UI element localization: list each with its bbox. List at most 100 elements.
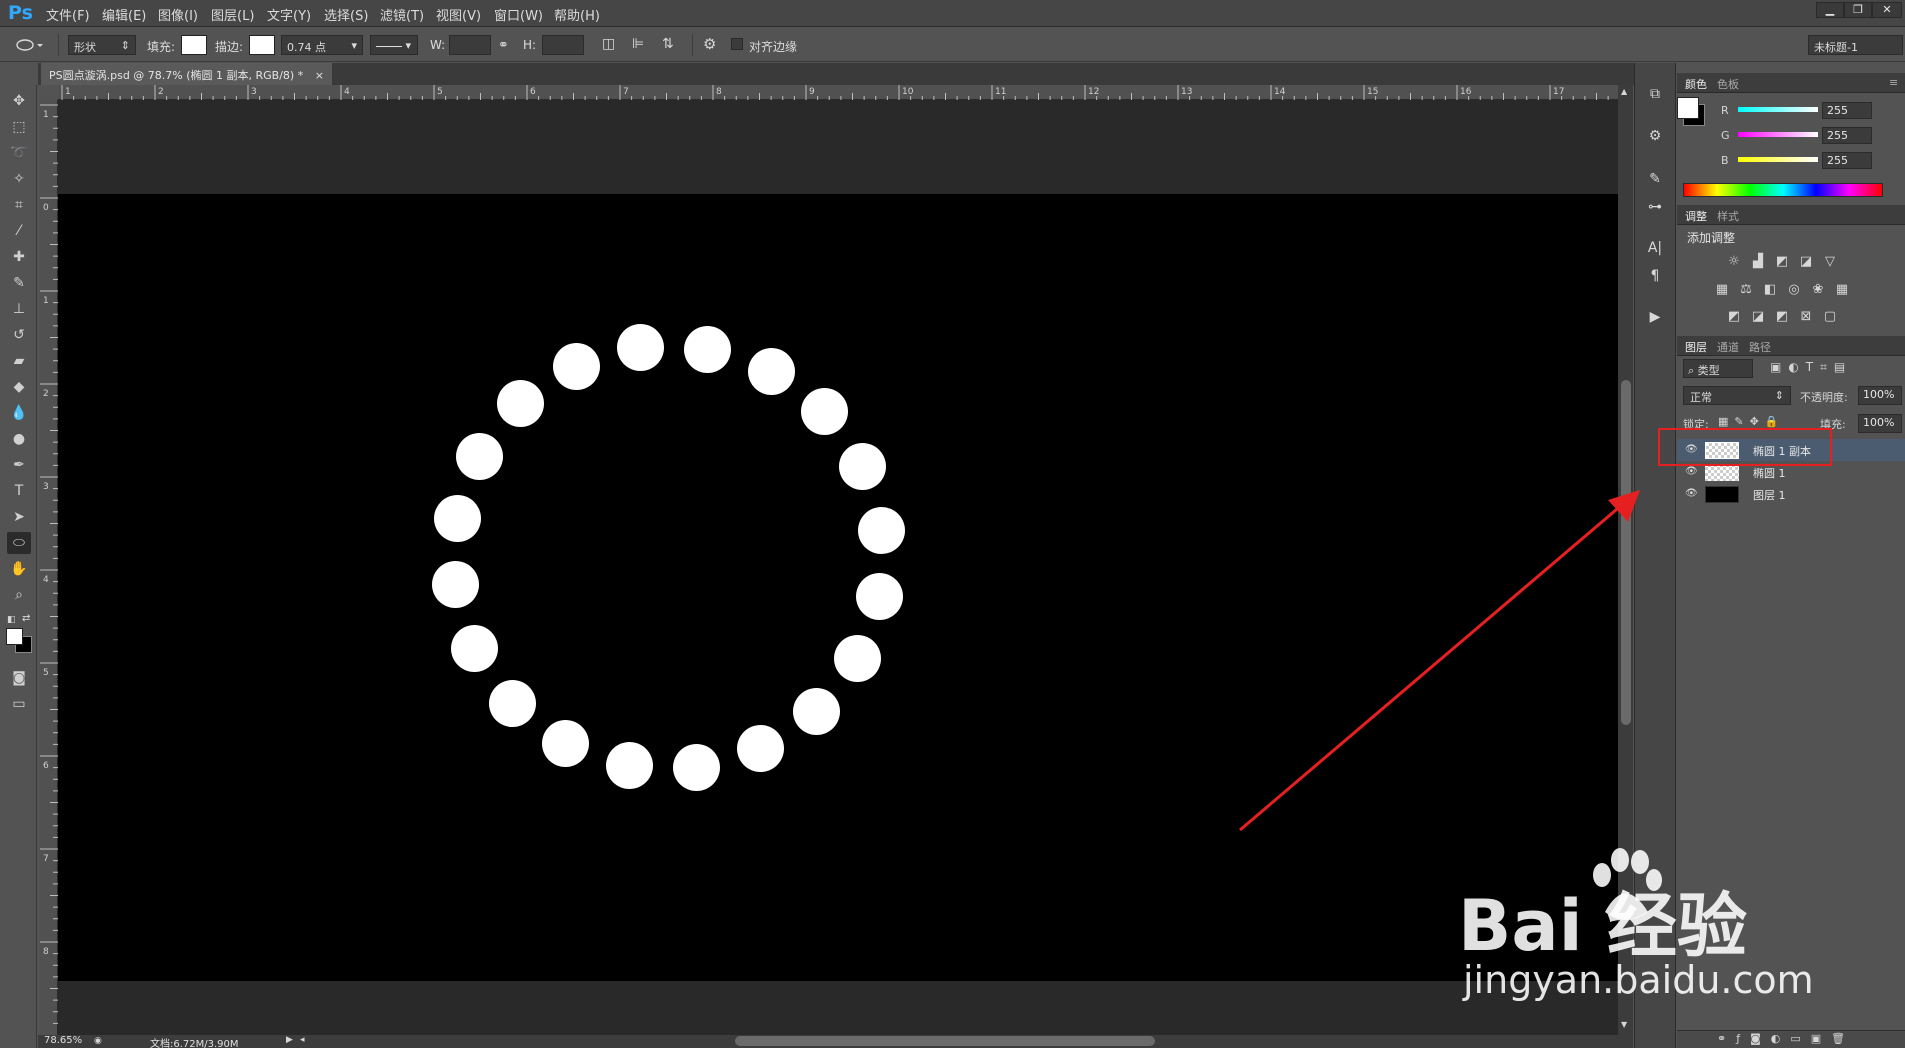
brush-panel-icon[interactable]: ✎ [1643,168,1667,190]
curves-icon[interactable]: ◩ [1773,254,1791,270]
quick-mask-icon[interactable]: ◙ [7,667,31,689]
document-tab[interactable]: PS圆点漩涡.psd @ 78.7% (椭圆 1 副本, RGB/8) * × [41,63,332,85]
fill-swatch[interactable] [181,35,207,55]
width-input[interactable] [449,35,491,55]
exposure-icon[interactable]: ◪ [1797,254,1815,270]
tab-channels[interactable]: 通道 [1717,339,1739,355]
history-brush-tool-icon[interactable]: ↺ [7,324,31,346]
tab-paths[interactable]: 路径 [1749,339,1771,355]
selective-color-icon[interactable]: ▢ [1821,309,1839,325]
crop-tool-icon[interactable]: ⌗ [7,194,31,216]
stroke-width-input[interactable]: 0.74 点 ▾ [281,35,363,55]
screen-mode-icon[interactable]: ▭ [7,693,31,715]
magic-wand-tool-icon[interactable]: ✧ [7,168,31,190]
link-icon[interactable]: ⚭ [498,38,509,53]
tab-swatches[interactable]: 色板 [1717,76,1739,92]
gear-icon[interactable]: ⚙ [703,35,716,53]
paragraph-panel-icon[interactable]: ¶ [1643,265,1667,287]
properties-panel-icon[interactable]: ⚙ [1643,125,1667,147]
green-slider[interactable] [1738,132,1818,137]
eye-icon[interactable]: 👁 [1685,466,1698,478]
status-menu-arrow-icon[interactable]: ▶ [286,1035,293,1045]
share-icon[interactable]: ◉ [94,1036,102,1046]
photo-filter-icon[interactable]: ◎ [1785,282,1803,298]
hue-saturation-icon[interactable]: ▦ [1713,282,1731,298]
tab-layers[interactable]: 图层 [1685,339,1707,355]
stroke-swatch[interactable] [249,35,275,55]
menu-edit[interactable]: 编辑(E) [102,5,146,24]
horizontal-scroll-thumb[interactable] [735,1036,1155,1046]
threshold-icon[interactable]: ◩ [1773,309,1791,325]
brush-tool-icon[interactable]: ✎ [7,272,31,294]
scroll-up-icon[interactable]: ▲ [1621,87,1627,96]
stroke-type-select[interactable]: ▾ [370,35,418,55]
stamp-tool-icon[interactable]: ⊥ [7,298,31,320]
menu-layer[interactable]: 图层(L) [211,5,254,24]
menu-view[interactable]: 视图(V) [436,5,481,24]
zoom-level[interactable]: 78.65% [44,1035,82,1046]
black-white-icon[interactable]: ◧ [1761,282,1779,298]
fill-input[interactable]: 100% [1858,414,1902,433]
path-selection-tool-icon[interactable]: ➤ [7,506,31,528]
menu-file[interactable]: 文件(F) [46,5,90,24]
lasso-tool-icon[interactable]: ➰ [7,142,31,164]
path-operations-icon[interactable]: ◫ [602,36,615,52]
workspace-select[interactable]: 未标题-1 [1808,35,1903,55]
close-window-button[interactable]: ✕ [1872,2,1902,18]
path-arrangement-icon[interactable]: ⇅ [662,36,674,52]
brightness-icon[interactable]: ☼ [1725,254,1743,270]
panel-menu-icon[interactable]: ≡ [1889,76,1898,89]
move-tool-icon[interactable]: ✥ [7,90,31,112]
scroll-left-icon[interactable]: ◂ [300,1035,305,1045]
red-value-input[interactable]: 255 [1822,102,1872,119]
swap-colors-icon[interactable]: ⇄ [22,613,30,624]
channel-mixer-icon[interactable]: ❀ [1809,282,1827,298]
red-slider[interactable] [1738,107,1818,112]
gradient-map-icon[interactable]: ⊠ [1797,309,1815,325]
tab-styles[interactable]: 样式 [1717,208,1739,224]
menu-image[interactable]: 图像(I) [158,5,198,24]
posterize-icon[interactable]: ◪ [1749,309,1767,325]
pen-tool-icon[interactable]: ✒ [7,454,31,476]
hand-tool-icon[interactable]: ✋ [7,558,31,580]
tool-mode-select[interactable]: 形状 ⇕ [68,35,136,55]
color-spectrum-bar[interactable] [1683,183,1883,197]
invert-icon[interactable]: ◩ [1725,309,1743,325]
ellipse-tool-icon[interactable]: ⬭ [7,532,31,554]
blue-value-input[interactable]: 255 [1822,152,1872,169]
healing-brush-tool-icon[interactable]: ✚ [7,246,31,268]
brush-presets-icon[interactable]: ⊶ [1643,196,1667,218]
blend-mode-select[interactable]: 正常 ⇕ [1683,386,1791,405]
align-edges-checkbox[interactable] [731,38,743,50]
eyedropper-tool-icon[interactable]: ⁄ [7,220,31,242]
color-lookup-icon[interactable]: ▦ [1833,282,1851,298]
close-tab-icon[interactable]: × [315,69,324,82]
path-alignment-icon[interactable]: ⊫ [632,36,644,52]
eye-icon[interactable]: 👁 [1685,488,1698,500]
maximize-button[interactable]: ❐ [1844,2,1872,18]
eraser-tool-icon[interactable]: ▰ [7,350,31,372]
tab-color[interactable]: 颜色 [1685,76,1707,92]
layer-footer-icons[interactable]: ⚭ƒ◙◐▭▣🗑 [1717,1032,1855,1045]
menu-window[interactable]: 窗口(W) [494,5,543,24]
menu-filter[interactable]: 滤镜(T) [380,5,424,24]
layer-row[interactable]: 👁 图层 1 [1677,483,1905,505]
opacity-input[interactable]: 100% [1858,386,1902,405]
character-panel-icon[interactable]: A| [1643,237,1667,259]
actions-panel-icon[interactable]: ▶ [1643,306,1667,328]
paint-bucket-tool-icon[interactable]: ◆ [7,376,31,398]
levels-icon[interactable]: ▟ [1749,254,1767,270]
foreground-color-swatch[interactable] [6,628,23,645]
type-tool-icon[interactable]: T [7,480,31,502]
minimize-button[interactable]: ▁ [1816,2,1844,18]
green-value-input[interactable]: 255 [1822,127,1872,144]
dodge-tool-icon[interactable]: ● [7,428,31,450]
marquee-tool-icon[interactable]: ⬚ [7,116,31,138]
vibrance-icon[interactable]: ▽ [1821,254,1839,270]
blue-slider[interactable] [1738,157,1818,162]
blur-tool-icon[interactable]: 💧 [7,402,31,424]
ellipse-tool-preset-icon[interactable] [14,37,44,53]
history-panel-icon[interactable]: ⧉ [1643,83,1667,105]
menu-type[interactable]: 文字(Y) [267,5,311,24]
layer-filter-icons[interactable]: ▣◐T⌗▤ [1770,360,1852,375]
